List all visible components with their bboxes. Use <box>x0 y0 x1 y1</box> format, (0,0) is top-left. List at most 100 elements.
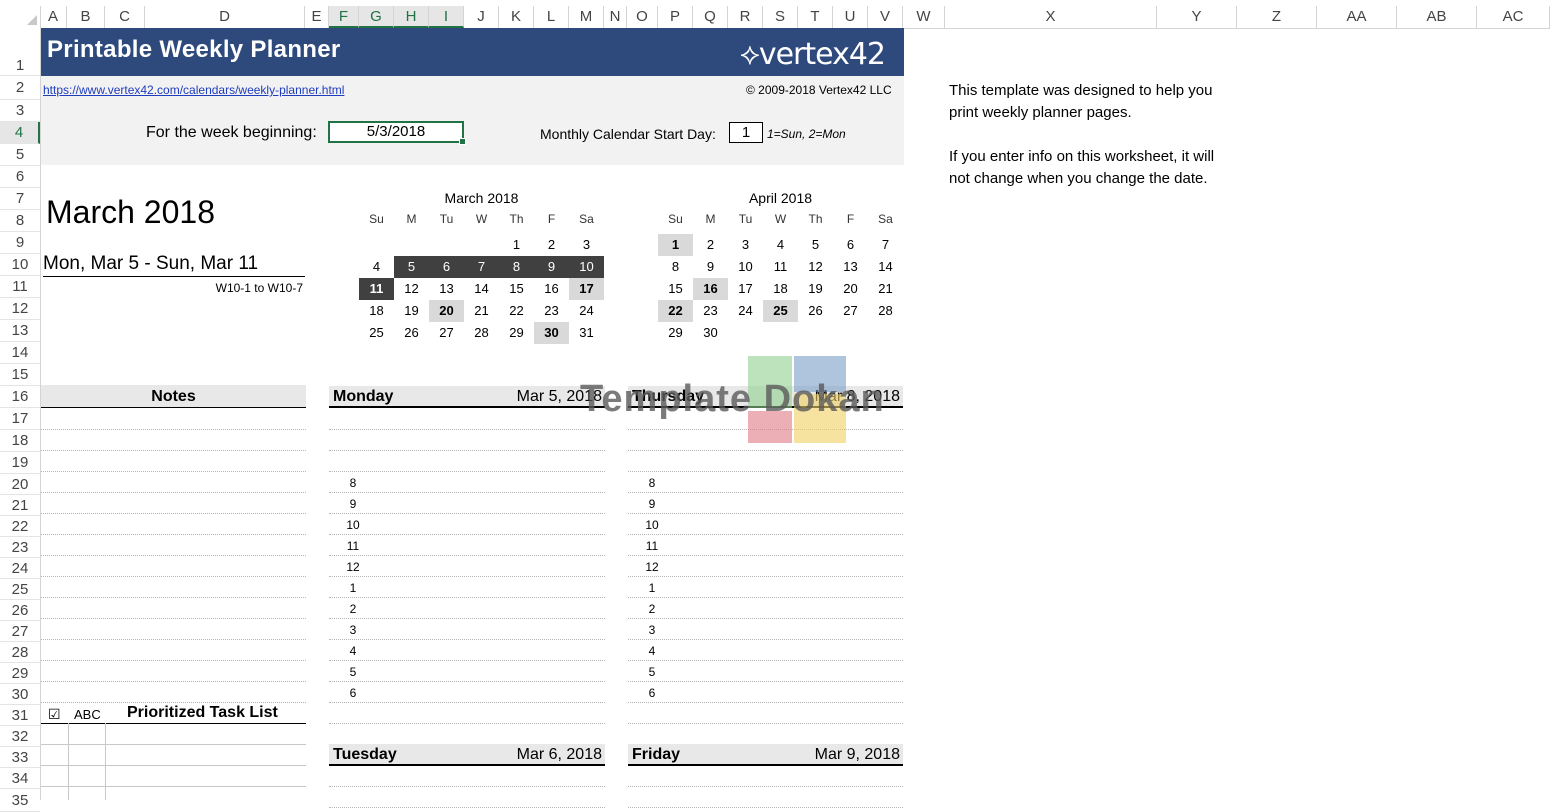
column-header-a[interactable]: A <box>40 6 67 28</box>
row-header-13[interactable]: 13 <box>0 320 40 342</box>
row-header-2[interactable]: 2 <box>0 76 40 100</box>
notes-line[interactable] <box>41 450 306 451</box>
row-header-27[interactable]: 27 <box>0 621 40 642</box>
row-header-21[interactable]: 21 <box>0 495 40 516</box>
row-header-29[interactable]: 29 <box>0 663 40 684</box>
column-header-i[interactable]: I <box>429 6 464 28</box>
row-header-10[interactable]: 10 <box>0 254 40 276</box>
day-line[interactable] <box>329 807 605 808</box>
column-header-y[interactable]: Y <box>1157 6 1237 28</box>
day-line[interactable] <box>329 576 605 577</box>
row-header-31[interactable]: 31 <box>0 705 40 726</box>
row-header-4[interactable]: 4 <box>0 122 40 144</box>
column-header-v[interactable]: V <box>868 6 903 28</box>
day-line[interactable] <box>628 513 903 514</box>
column-header-r[interactable]: R <box>728 6 763 28</box>
column-header-s[interactable]: S <box>763 6 798 28</box>
column-header-w[interactable]: W <box>903 6 945 28</box>
row-header-19[interactable]: 19 <box>0 452 40 474</box>
day-line[interactable] <box>329 723 605 724</box>
column-header-d[interactable]: D <box>145 6 305 28</box>
week-beginning-input[interactable]: 5/3/2018 <box>328 121 466 145</box>
day-line[interactable] <box>628 660 903 661</box>
day-line[interactable] <box>329 429 605 430</box>
notes-line[interactable] <box>41 555 306 556</box>
row-header-22[interactable]: 22 <box>0 516 40 537</box>
day-line[interactable] <box>628 702 903 703</box>
row-header-1[interactable]: 1 <box>0 28 40 76</box>
day-line[interactable] <box>628 450 903 451</box>
row-header-35[interactable]: 35 <box>0 789 40 812</box>
column-header-h[interactable]: H <box>394 6 429 28</box>
column-header-e[interactable]: E <box>305 6 329 28</box>
column-header-c[interactable]: C <box>105 6 145 28</box>
day-line[interactable] <box>329 597 605 598</box>
row-header-24[interactable]: 24 <box>0 558 40 579</box>
day-line[interactable] <box>628 786 903 787</box>
notes-line[interactable] <box>41 534 306 535</box>
notes-line[interactable] <box>41 576 306 577</box>
notes-line[interactable] <box>41 597 306 598</box>
row-header-11[interactable]: 11 <box>0 276 40 298</box>
day-line[interactable] <box>628 597 903 598</box>
row-header-32[interactable]: 32 <box>0 726 40 747</box>
notes-line[interactable] <box>41 681 306 682</box>
column-header-n[interactable]: N <box>604 6 627 28</box>
day-line[interactable] <box>628 471 903 472</box>
day-line[interactable] <box>628 618 903 619</box>
notes-line[interactable] <box>41 513 306 514</box>
day-line[interactable] <box>628 723 903 724</box>
column-header-z[interactable]: Z <box>1237 6 1317 28</box>
day-line[interactable] <box>329 639 605 640</box>
notes-line[interactable] <box>41 429 306 430</box>
day-line[interactable] <box>628 681 903 682</box>
select-all-corner[interactable] <box>0 6 41 28</box>
row-header-18[interactable]: 18 <box>0 430 40 452</box>
notes-line[interactable] <box>41 492 306 493</box>
day-line[interactable] <box>329 555 605 556</box>
column-header-k[interactable]: K <box>499 6 534 28</box>
day-line[interactable] <box>329 681 605 682</box>
notes-line[interactable] <box>41 471 306 472</box>
row-header-12[interactable]: 12 <box>0 298 40 320</box>
row-header-14[interactable]: 14 <box>0 342 40 364</box>
column-header-f[interactable]: F <box>329 6 359 28</box>
day-line[interactable] <box>628 534 903 535</box>
row-header-20[interactable]: 20 <box>0 474 40 495</box>
column-header-p[interactable]: P <box>658 6 693 28</box>
column-header-g[interactable]: G <box>359 6 394 28</box>
column-header-ac[interactable]: AC <box>1477 6 1550 28</box>
day-line[interactable] <box>329 471 605 472</box>
row-header-3[interactable]: 3 <box>0 100 40 122</box>
row-header-26[interactable]: 26 <box>0 600 40 621</box>
row-header-17[interactable]: 17 <box>0 408 40 430</box>
row-header-23[interactable]: 23 <box>0 537 40 558</box>
column-header-x[interactable]: X <box>945 6 1157 28</box>
day-line[interactable] <box>628 639 903 640</box>
day-line[interactable] <box>329 534 605 535</box>
day-line[interactable] <box>628 555 903 556</box>
column-header-u[interactable]: U <box>833 6 868 28</box>
notes-line[interactable] <box>41 660 306 661</box>
column-header-m[interactable]: M <box>569 6 604 28</box>
calendar-start-day-input[interactable]: 1 <box>729 122 763 143</box>
row-header-7[interactable]: 7 <box>0 188 40 210</box>
notes-line[interactable] <box>41 618 306 619</box>
day-line[interactable] <box>329 450 605 451</box>
row-header-5[interactable]: 5 <box>0 144 40 166</box>
row-header-15[interactable]: 15 <box>0 364 40 386</box>
row-header-30[interactable]: 30 <box>0 684 40 705</box>
day-line[interactable] <box>628 807 903 808</box>
day-line[interactable] <box>329 786 605 787</box>
column-header-t[interactable]: T <box>798 6 833 28</box>
day-line[interactable] <box>628 576 903 577</box>
row-header-28[interactable]: 28 <box>0 642 40 663</box>
column-header-j[interactable]: J <box>464 6 499 28</box>
column-header-b[interactable]: B <box>67 6 105 28</box>
column-header-aa[interactable]: AA <box>1317 6 1397 28</box>
row-header-25[interactable]: 25 <box>0 579 40 600</box>
row-header-8[interactable]: 8 <box>0 210 40 232</box>
column-header-l[interactable]: L <box>534 6 569 28</box>
column-header-q[interactable]: Q <box>693 6 728 28</box>
row-header-6[interactable]: 6 <box>0 166 40 188</box>
